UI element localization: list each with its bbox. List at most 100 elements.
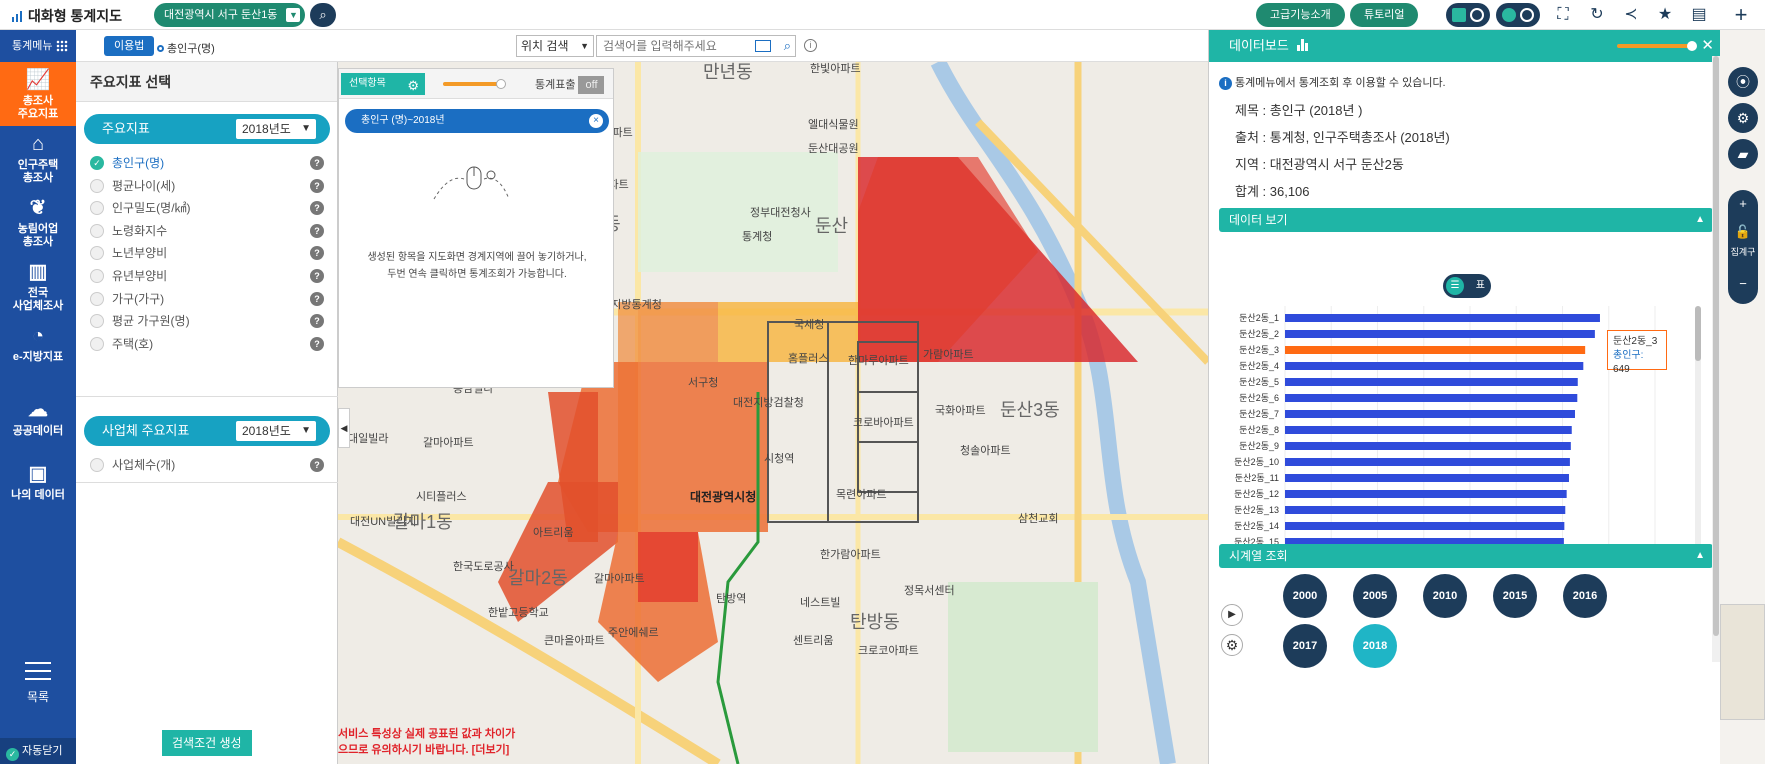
region-search-button[interactable]: ⌕ bbox=[310, 3, 336, 27]
slider-knob[interactable] bbox=[1687, 41, 1697, 51]
bar[interactable] bbox=[1285, 490, 1567, 498]
stat-display-toggle[interactable]: 통계표출 off bbox=[535, 76, 605, 94]
minimap[interactable] bbox=[1720, 604, 1765, 720]
bar[interactable] bbox=[1285, 458, 1570, 466]
selected-item-chip[interactable]: 총인구 (명)~2018년 × bbox=[345, 109, 609, 133]
radio-icon[interactable] bbox=[90, 314, 104, 329]
usage-button[interactable]: 이용법 bbox=[104, 36, 155, 56]
report-icon[interactable]: ▤ bbox=[1689, 5, 1709, 25]
play-icon[interactable]: ▶ bbox=[1221, 604, 1243, 626]
bar[interactable] bbox=[1285, 522, 1565, 530]
gear-icon[interactable]: ⚙ bbox=[1728, 103, 1758, 133]
indicator-option[interactable]: 평균나이(세)? bbox=[90, 175, 324, 197]
nav-business-survey[interactable]: ▥ 전국 사업체조사 bbox=[0, 254, 76, 318]
help-icon[interactable]: ? bbox=[310, 246, 324, 261]
nav-agriculture[interactable]: ❦ 농림어업 총조사 bbox=[0, 190, 76, 254]
bar[interactable] bbox=[1285, 378, 1578, 386]
timeseries-section[interactable]: 시계열 조회 ▲ bbox=[1219, 544, 1713, 568]
radio-icon[interactable] bbox=[90, 336, 104, 351]
panel-collapse-tab[interactable]: ◀ bbox=[338, 408, 350, 448]
stat-menu-button[interactable]: 통계메뉴 bbox=[0, 30, 76, 62]
share-icon[interactable]: ≺ bbox=[1621, 5, 1641, 25]
help-icon[interactable]: ? bbox=[310, 223, 324, 238]
help-icon[interactable]: ? bbox=[310, 201, 324, 216]
map-notice[interactable]: 서비스 특성상 실제 공표된 값과 차이가 으므로 유의하시기 바랍니다. [더보… bbox=[338, 726, 515, 758]
add-icon[interactable]: + bbox=[1731, 4, 1751, 26]
bar[interactable] bbox=[1285, 426, 1572, 434]
radio-icon[interactable] bbox=[90, 201, 104, 216]
tutorial-button[interactable]: 튜토리얼 bbox=[1350, 3, 1419, 27]
refresh-icon[interactable]: ↻ bbox=[1587, 5, 1607, 25]
gear-icon[interactable]: ⚙ bbox=[1221, 634, 1243, 656]
help-icon[interactable]: ? bbox=[310, 458, 324, 472]
autoclose-toggle[interactable]: ✓ 자동닫기 bbox=[0, 738, 76, 764]
layer-toggle[interactable] bbox=[1496, 3, 1540, 27]
indicator-option[interactable]: 평균 가구원(명)? bbox=[90, 310, 324, 332]
databoard-scrollbar[interactable] bbox=[1712, 56, 1720, 662]
nav-public-data[interactable]: ☁ 공공데이터 bbox=[0, 392, 76, 456]
bar[interactable] bbox=[1285, 442, 1571, 450]
generate-conditions-button[interactable]: 검색조건 생성 bbox=[162, 730, 252, 756]
indicator-option[interactable]: 주택(호)? bbox=[90, 333, 324, 355]
help-icon[interactable]: ? bbox=[310, 336, 324, 351]
indicator-option[interactable]: 유년부양비? bbox=[90, 265, 324, 287]
year-button-2015[interactable]: 2015 bbox=[1493, 574, 1537, 618]
indicator-option[interactable]: 노령화지수? bbox=[90, 220, 324, 242]
selection-items-button[interactable]: 선택항목 ⚙ bbox=[341, 73, 425, 95]
region-selector[interactable]: 대전광역시 서구 둔산1동 ▼ bbox=[154, 3, 306, 27]
chart-scrollbar[interactable] bbox=[1695, 306, 1701, 556]
year-select[interactable]: 2018년도 ▼ bbox=[236, 421, 316, 441]
bar[interactable] bbox=[1285, 410, 1575, 418]
collapse-up-icon[interactable]: ▲ bbox=[1695, 208, 1705, 232]
lock-icon[interactable]: 🔓 bbox=[1728, 218, 1758, 246]
year-button-2018[interactable]: 2018 bbox=[1353, 624, 1397, 668]
indicator-option[interactable]: 가구(가구)? bbox=[90, 288, 324, 310]
bar[interactable] bbox=[1285, 314, 1600, 322]
advanced-features-button[interactable]: 고급기능소개 bbox=[1256, 3, 1345, 27]
slider-knob[interactable] bbox=[496, 79, 506, 89]
radio-icon[interactable] bbox=[90, 178, 104, 193]
year-button-2000[interactable]: 2000 bbox=[1283, 574, 1327, 618]
bar[interactable] bbox=[1285, 330, 1595, 338]
app-logo[interactable]: 대화형 통계지도 bbox=[12, 6, 122, 26]
search-icon[interactable]: ⌕ bbox=[784, 38, 791, 54]
year-button-2010[interactable]: 2010 bbox=[1423, 574, 1467, 618]
data-view-section[interactable]: 데이터 보기 ▲ bbox=[1219, 208, 1713, 232]
year-button-2005[interactable]: 2005 bbox=[1353, 574, 1397, 618]
help-icon[interactable]: ? bbox=[310, 291, 324, 306]
nav-population-housing[interactable]: ⌂ 인구주택 총조사 bbox=[0, 126, 76, 190]
bar[interactable] bbox=[1285, 474, 1569, 482]
map-view-toggle[interactable] bbox=[1446, 3, 1490, 27]
zoom-in-icon[interactable]: + bbox=[1728, 190, 1758, 218]
year-button-2017[interactable]: 2017 bbox=[1283, 624, 1327, 668]
search-input[interactable] bbox=[597, 36, 747, 56]
radio-icon[interactable] bbox=[90, 223, 104, 238]
radio-icon[interactable] bbox=[90, 246, 104, 261]
keyboard-icon[interactable] bbox=[755, 40, 771, 52]
bar[interactable] bbox=[1285, 362, 1584, 370]
nav-census-main-indicators[interactable]: 📈 총조사 주요지표 bbox=[0, 62, 76, 126]
bookmark-star-icon[interactable]: ★ bbox=[1655, 5, 1675, 25]
databoard-opacity-slider[interactable] bbox=[1617, 41, 1697, 51]
info-icon[interactable]: i bbox=[804, 39, 817, 52]
nav-e-local[interactable]: ◔ e-지방지표 bbox=[0, 318, 76, 382]
scroll-thumb[interactable] bbox=[1695, 306, 1701, 361]
radio-icon[interactable] bbox=[90, 458, 104, 472]
location-search-select[interactable]: 위치 검색 ▼ bbox=[516, 35, 594, 57]
indicator-option[interactable]: ✓ 총인구(명)? bbox=[90, 152, 324, 174]
opacity-slider[interactable] bbox=[443, 79, 506, 89]
year-select[interactable]: 2018년도 ▼ bbox=[236, 119, 316, 139]
indicator-option[interactable]: 사업체수(개)? bbox=[90, 454, 324, 476]
help-icon[interactable]: ? bbox=[310, 314, 324, 329]
fullscreen-icon[interactable]: ⛶ bbox=[1553, 5, 1573, 25]
check-icon[interactable]: ✓ bbox=[90, 156, 104, 170]
nav-my-data[interactable]: ▣ 나의 데이터 bbox=[0, 456, 76, 520]
indicator-option[interactable]: 노년부양비? bbox=[90, 242, 324, 264]
help-icon[interactable]: ? bbox=[310, 178, 324, 193]
indicator-option[interactable]: 인구밀도(명/㎢)? bbox=[90, 197, 324, 219]
zoom-out-icon[interactable]: − bbox=[1728, 270, 1758, 298]
layers-icon[interactable]: ▰ bbox=[1728, 139, 1758, 169]
collapse-up-icon[interactable]: ▲ bbox=[1695, 544, 1705, 568]
radio-icon[interactable] bbox=[90, 269, 104, 283]
bar[interactable] bbox=[1285, 506, 1566, 514]
